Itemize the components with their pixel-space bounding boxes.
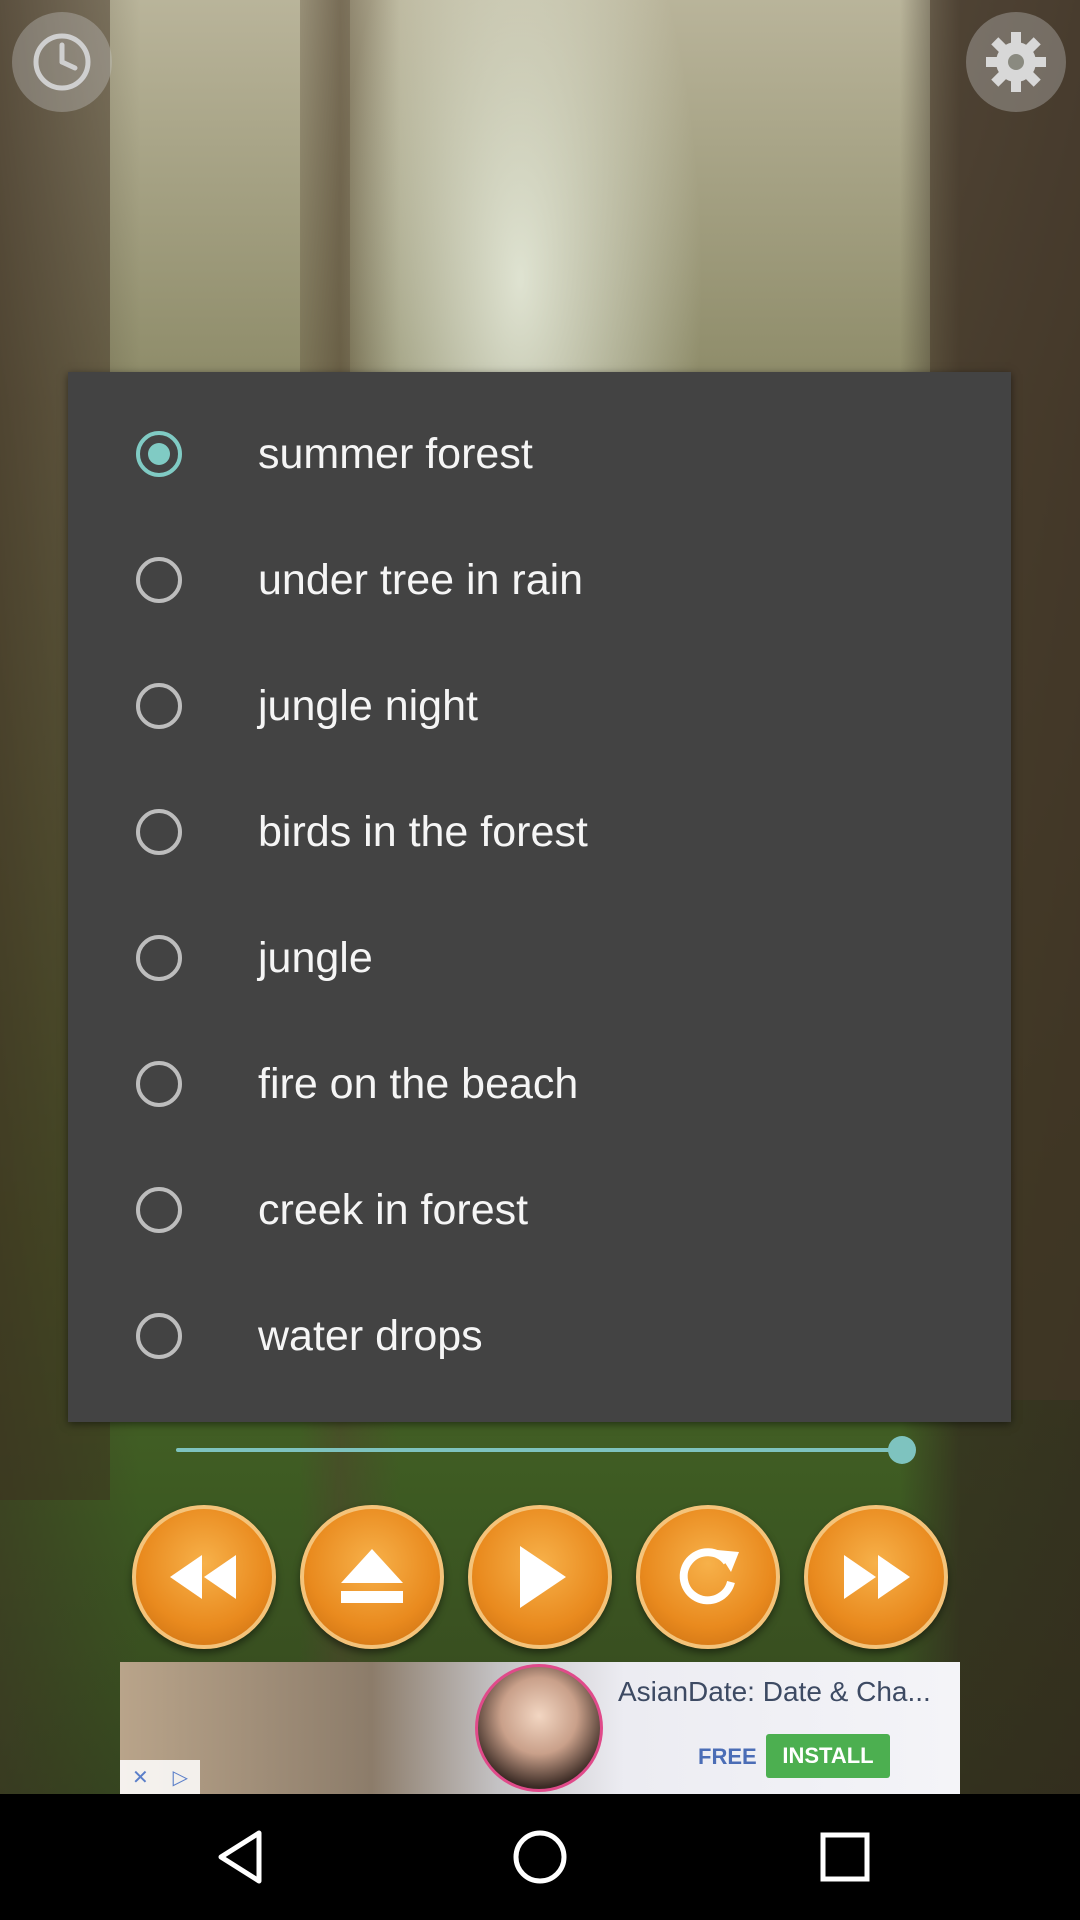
radio-button[interactable] <box>136 1061 182 1107</box>
ad-title: AsianDate: Date & Cha... <box>618 1676 931 1707</box>
clock-icon <box>33 33 91 91</box>
sound-selection-dialog: summer forest under tree in rain jungle … <box>68 372 1011 1422</box>
timer-button[interactable] <box>12 12 112 112</box>
option-label: summer forest <box>258 429 533 478</box>
back-button[interactable] <box>210 1827 270 1887</box>
volume-slider-thumb[interactable] <box>888 1436 916 1464</box>
repeat-icon <box>679 1548 739 1605</box>
fast-forward-icon <box>844 1555 910 1599</box>
ad-choices[interactable]: ✕ ▷ <box>120 1760 200 1794</box>
radio-button[interactable] <box>136 1187 182 1233</box>
option-under-tree-in-rain[interactable]: under tree in rain <box>68 517 1011 643</box>
recents-button[interactable] <box>815 1827 875 1887</box>
play-button[interactable] <box>468 1505 612 1649</box>
radio-button[interactable] <box>136 935 182 981</box>
option-jungle-night[interactable]: jungle night <box>68 643 1011 769</box>
recents-icon <box>820 1832 870 1882</box>
ad-choices-icon[interactable]: ▷ <box>173 1765 188 1789</box>
close-icon[interactable]: ✕ <box>132 1765 149 1789</box>
home-icon <box>513 1830 567 1884</box>
eject-icon <box>341 1549 403 1603</box>
option-label: creek in forest <box>258 1185 529 1234</box>
option-birds-in-the-forest[interactable]: birds in the forest <box>68 769 1011 895</box>
volume-slider-track[interactable] <box>176 1448 902 1452</box>
option-label: birds in the forest <box>258 807 588 856</box>
install-button[interactable]: INSTALL <box>766 1734 890 1778</box>
back-icon <box>218 1830 262 1884</box>
advertisement-banner[interactable]: AsianDate: Date & Cha... FREE INSTALL ✕ … <box>120 1662 960 1794</box>
play-icon <box>520 1546 566 1608</box>
option-label: fire on the beach <box>258 1059 579 1108</box>
system-navigation-bar <box>0 1794 1080 1920</box>
option-label: under tree in rain <box>258 555 584 604</box>
home-button[interactable] <box>510 1827 570 1887</box>
radio-button[interactable] <box>136 809 182 855</box>
radio-button[interactable] <box>136 557 182 603</box>
settings-button[interactable] <box>966 12 1066 112</box>
option-creek-in-forest[interactable]: creek in forest <box>68 1147 1011 1273</box>
radio-button[interactable] <box>136 683 182 729</box>
option-label: jungle <box>258 933 373 982</box>
ad-photo <box>475 1664 603 1792</box>
fast-forward-button[interactable] <box>804 1505 948 1649</box>
rewind-button[interactable] <box>132 1505 276 1649</box>
eject-button[interactable] <box>300 1505 444 1649</box>
option-label: water drops <box>258 1311 483 1360</box>
gear-icon <box>986 32 1046 92</box>
option-summer-forest[interactable]: summer forest <box>68 391 1011 517</box>
option-fire-on-the-beach[interactable]: fire on the beach <box>68 1021 1011 1147</box>
ad-free-label: FREE <box>698 1744 757 1769</box>
option-water-drops[interactable]: water drops <box>68 1273 1011 1399</box>
option-label: jungle night <box>258 681 478 730</box>
radio-button[interactable] <box>136 1313 182 1359</box>
rewind-icon <box>170 1555 236 1599</box>
radio-button-selected[interactable] <box>136 431 182 477</box>
repeat-button[interactable] <box>636 1505 780 1649</box>
option-jungle[interactable]: jungle <box>68 895 1011 1021</box>
